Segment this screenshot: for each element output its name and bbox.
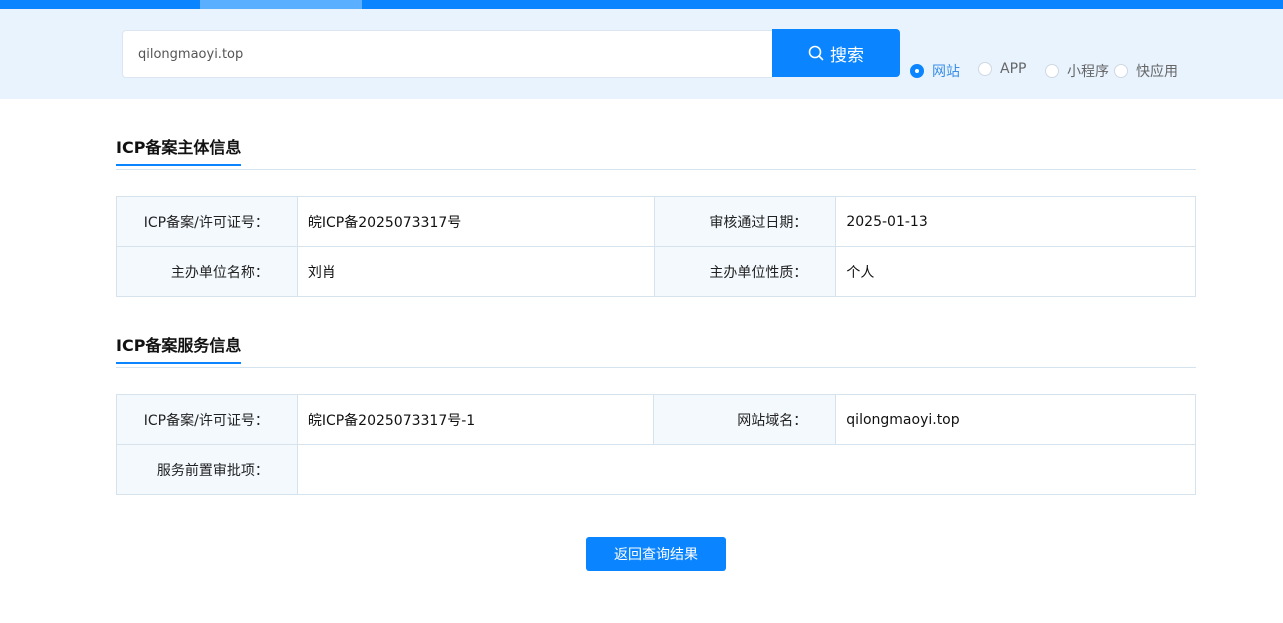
radio-quick-app[interactable]: 快应用 [1114,61,1178,81]
service-section-title: ICP备案服务信息 [116,332,242,364]
domain-value: qilongmaoyi.top [835,394,1196,445]
radio-app[interactable]: APP [978,61,1026,77]
radio-dot [1045,64,1059,78]
section-divider [116,169,1196,170]
service-record-number-value: 皖ICP备2025073317号-1 [296,394,655,445]
search-input[interactable] [122,30,773,78]
organizer-type-label: 主办单位性质： [653,246,837,297]
subject-section-title: ICP备案主体信息 [116,134,242,166]
table-row: ICP备案/许可证号： 皖ICP备2025073317号-1 网站域名： qil… [116,394,1196,445]
record-number-value: 皖ICP备2025073317号 [296,196,655,247]
top-accent-segment [200,0,362,9]
table-row: 服务前置审批项： [116,444,1197,495]
organizer-type-value: 个人 [835,246,1196,297]
search-button-label: 搜索 [830,45,864,66]
record-number-label: ICP备案/许可证号： [116,196,298,247]
radio-label: 快应用 [1136,64,1178,80]
service-info-table: ICP备案/许可证号： 皖ICP备2025073317号-1 网站域名： qil… [116,394,1197,495]
radio-label: APP [1000,61,1027,77]
service-record-number-label: ICP备案/许可证号： [116,394,298,445]
subject-info-table: ICP备案/许可证号： 皖ICP备2025073317号 审核通过日期： 202… [116,196,1196,297]
approval-date-label: 审核通过日期： [653,196,837,247]
radio-label: 网站 [932,64,960,80]
radio-dot [1114,64,1128,78]
radio-dot [910,64,924,78]
domain-label: 网站域名： [653,394,837,445]
search-button[interactable]: 搜索 [772,29,900,77]
section-divider [116,367,1196,368]
back-to-results-button[interactable]: 返回查询结果 [586,537,726,571]
organizer-name-value: 刘肖 [296,246,655,297]
radio-website[interactable]: 网站 [910,61,960,81]
radio-dot [978,62,992,76]
approval-date-value: 2025-01-13 [835,196,1196,247]
table-row: ICP备案/许可证号： 皖ICP备2025073317号 审核通过日期： 202… [116,196,1196,247]
top-accent-bar [0,0,1283,9]
radio-mini-program[interactable]: 小程序 [1045,61,1109,81]
table-row: 主办单位名称： 刘肖 主办单位性质： 个人 [116,246,1196,297]
organizer-name-label: 主办单位名称： [116,246,298,297]
search-band: 搜索 网站 APP 小程序 快应用 [0,9,1283,99]
pre-approval-value [296,444,1197,495]
pre-approval-label: 服务前置审批项： [116,444,298,495]
search-icon [808,45,824,61]
radio-label: 小程序 [1067,64,1109,80]
